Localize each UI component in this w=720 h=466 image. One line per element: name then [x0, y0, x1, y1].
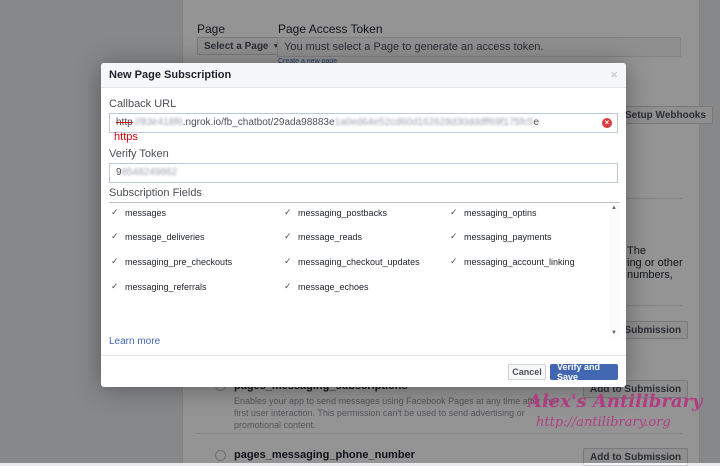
- field-label: messaging_postbacks: [298, 207, 388, 218]
- field-checkbox-messaging-postbacks[interactable]: ✓ messaging_postbacks: [284, 207, 387, 218]
- scroll-down-icon[interactable]: ▼: [611, 330, 617, 336]
- cancel-button[interactable]: Cancel: [508, 364, 546, 380]
- callback-url-redacted-host: ://83e418f6: [132, 117, 183, 128]
- checkmark-icon: ✓: [111, 231, 119, 241]
- verify-token-redacted: 8548249862: [121, 167, 178, 178]
- dialog-header: New Page Subscription ×: [101, 63, 626, 88]
- checkmark-icon: ✓: [450, 256, 458, 266]
- field-checkbox-message-deliveries[interactable]: ✓ message_deliveries: [111, 231, 205, 242]
- callback-url-label: Callback URL: [109, 98, 177, 110]
- watermark-title: Alex's Antilibrary: [528, 391, 703, 412]
- field-checkbox-messaging-optins[interactable]: ✓ messaging_optins: [450, 207, 537, 218]
- field-label: messaging_checkout_updates: [298, 256, 420, 267]
- checkmark-icon: ✓: [284, 207, 292, 217]
- field-label: messaging_optins: [464, 207, 537, 218]
- callback-url-visible: .ngrok.io/fb_chatbot/29ada98883e: [182, 117, 335, 128]
- field-checkbox-messaging-account-linking[interactable]: ✓ messaging_account_linking: [450, 256, 575, 267]
- callback-url-end: e: [533, 117, 539, 128]
- field-checkbox-messaging-pre-checkouts[interactable]: ✓ messaging_pre_checkouts: [111, 256, 232, 267]
- subscription-fields-list: ✓ messages ✓ messaging_postbacks ✓ messagin…: [109, 202, 620, 337]
- close-icon[interactable]: ×: [610, 67, 618, 82]
- field-label: messaging_account_linking: [464, 256, 575, 267]
- checkmark-icon: ✓: [284, 231, 292, 241]
- dialog-footer: Cancel Verify and Save: [101, 355, 626, 387]
- callback-url-input[interactable]: http://83e418f6.ngrok.io/fb_chatbot/29ad…: [109, 113, 618, 133]
- field-checkbox-messaging-checkout-updates[interactable]: ✓ messaging_checkout_updates: [284, 256, 420, 267]
- field-label: message_reads: [298, 231, 363, 242]
- checkmark-icon: ✓: [284, 281, 292, 291]
- subscription-fields-label: Subscription Fields: [109, 187, 202, 199]
- new-page-subscription-dialog: New Page Subscription × Callback URL htt…: [101, 63, 626, 387]
- field-checkbox-message-echoes[interactable]: ✓ message_echoes: [284, 281, 369, 292]
- field-label: messaging_payments: [464, 231, 552, 242]
- dialog-title: New Page Subscription: [109, 69, 232, 81]
- checkmark-icon: ✓: [111, 281, 119, 291]
- verify-token-prefix: 9: [116, 167, 122, 178]
- verify-and-save-button[interactable]: Verify and Save: [550, 362, 618, 382]
- scroll-up-icon[interactable]: ▲: [611, 205, 617, 211]
- field-label: messages: [125, 207, 167, 218]
- checkmark-icon: ✓: [450, 207, 458, 217]
- https-annotation: https: [114, 131, 138, 143]
- field-checkbox-messaging-referrals[interactable]: ✓ messaging_referrals: [111, 281, 207, 292]
- checkmark-icon: ✓: [450, 231, 458, 241]
- error-clear-icon[interactable]: ×: [602, 118, 612, 128]
- callback-url-scheme: http: [116, 117, 133, 128]
- verify-token-label: Verify Token: [109, 148, 169, 160]
- field-checkbox-messages[interactable]: ✓ messages: [111, 207, 166, 218]
- field-checkbox-message-reads[interactable]: ✓ message_reads: [284, 231, 362, 242]
- field-checkbox-messaging-payments[interactable]: ✓ messaging_payments: [450, 231, 552, 242]
- field-label: message_echoes: [298, 281, 369, 292]
- watermark-url: http://antilibrary.org: [536, 415, 671, 430]
- learn-more-link[interactable]: Learn more: [109, 336, 160, 347]
- checkmark-icon: ✓: [284, 256, 292, 266]
- field-label: messaging_pre_checkouts: [125, 256, 233, 267]
- field-label: message_deliveries: [125, 231, 205, 242]
- checkmark-icon: ✓: [111, 256, 119, 266]
- callback-url-redacted-path: 1a0ed64e52cd60d162628d30dddff69f175fc5: [334, 117, 534, 128]
- field-label: messaging_referrals: [125, 281, 207, 292]
- checkmark-icon: ✓: [111, 207, 119, 217]
- fields-scrollbar[interactable]: ▲ ▼: [610, 203, 620, 337]
- verify-token-input[interactable]: 98548249862: [109, 163, 618, 183]
